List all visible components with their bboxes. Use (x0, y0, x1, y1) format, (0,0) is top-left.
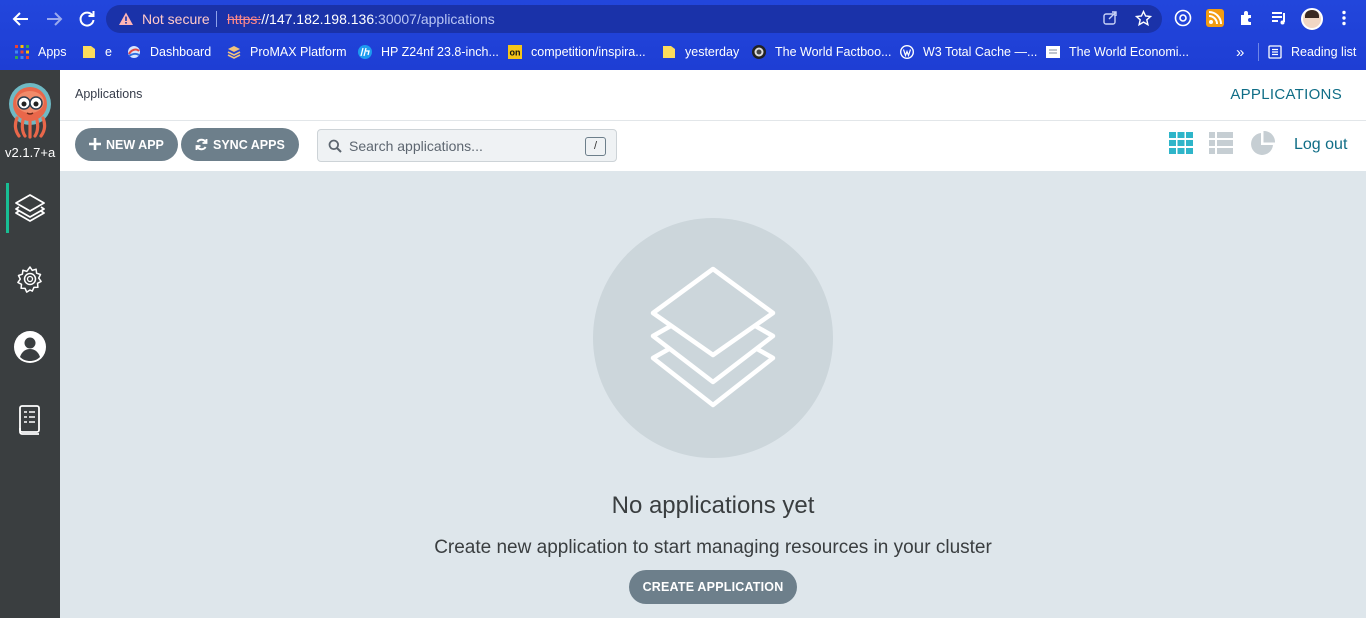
search-box[interactable]: / (317, 129, 617, 162)
url-text[interactable]: https://147.182.198.136:30007/applicatio… (227, 11, 495, 27)
bookmark-e[interactable]: e (82, 43, 112, 61)
rss-icon[interactable] (1205, 9, 1225, 29)
omnibox-divider (216, 11, 217, 27)
applications-icon (15, 194, 45, 222)
bookmark-label: yesterday (685, 45, 740, 59)
sidebar-item-documentation[interactable] (0, 395, 60, 445)
search-icon (328, 139, 342, 153)
create-application-button[interactable]: CREATE APPLICATION (629, 570, 797, 604)
profile-avatar[interactable] (1301, 8, 1323, 30)
new-app-label: NEW APP (106, 137, 164, 152)
search-shortcut-hint: / (585, 137, 606, 156)
toolbar: NEW APP SYNC APPS / (60, 121, 1366, 171)
bookmark-label: competition/inspira... (531, 45, 646, 59)
top-bar: Applications APPLICATIONS (60, 70, 1366, 121)
hp-icon (358, 45, 372, 59)
bookmark-label: The World Economi... (1069, 45, 1189, 59)
docs-icon (19, 405, 40, 435)
back-icon[interactable] (10, 8, 32, 30)
browser-menu-icon[interactable] (1334, 9, 1354, 29)
factbook-icon (752, 45, 766, 59)
bookmark-promax[interactable]: ProMAX Platform (227, 43, 347, 61)
security-label[interactable]: Not secure (142, 11, 210, 27)
browser-nav-row: Not secure https://147.182.198.136:30007… (0, 0, 1366, 38)
empty-state-illustration (593, 218, 833, 458)
address-bar[interactable]: Not secure https://147.182.198.136:30007… (106, 5, 1162, 33)
browser-chrome: Not secure https://147.182.198.136:30007… (0, 0, 1366, 70)
reading-list-button[interactable]: Reading list (1258, 43, 1356, 61)
logout-link[interactable]: Log out (1294, 136, 1347, 154)
empty-state: No applications yet Create new applicati… (60, 171, 1366, 618)
bookmark-label: Dashboard (150, 45, 212, 59)
media-queue-icon[interactable] (1269, 9, 1289, 29)
bookmark-yesterday[interactable]: yesterday (662, 43, 739, 61)
sync-apps-button[interactable]: SYNC APPS (181, 128, 299, 161)
empty-state-title: No applications yet (611, 492, 815, 519)
folder-icon (83, 46, 95, 58)
forward-icon[interactable] (43, 8, 65, 30)
bookmark-world-economic[interactable]: The World Economi... (1046, 43, 1189, 61)
bookmark-star-icon[interactable] (1134, 9, 1152, 28)
sync-icon (195, 138, 208, 151)
bookmark-label: HP Z24nf 23.8-inch... (381, 45, 499, 59)
summary-view-icon[interactable] (1248, 130, 1276, 158)
tiles-view-icon[interactable] (1167, 130, 1195, 158)
bookmark-label: Apps (38, 45, 67, 59)
list-view-icon[interactable] (1207, 130, 1235, 158)
empty-state-subtitle: Create new application to start managing… (434, 537, 992, 558)
settings-icon (17, 266, 42, 293)
bookmark-label: W3 Total Cache —... (923, 45, 1038, 59)
bookmark-competition[interactable]: on competition/inspira... (508, 43, 646, 61)
reading-list-label: Reading list (1291, 45, 1357, 59)
extension-a-icon[interactable] (1173, 9, 1193, 29)
bookmark-label: ProMAX Platform (250, 45, 347, 59)
bookmarks-overflow-button[interactable]: » (1236, 43, 1244, 61)
share-icon[interactable] (1101, 10, 1119, 28)
url-scheme: https: (227, 11, 262, 27)
url-path: :30007/applications (374, 11, 495, 27)
plus-icon (89, 136, 101, 153)
bookmark-world-factbook[interactable]: The World Factboo... (752, 43, 892, 61)
wordpress-icon (900, 45, 914, 59)
sidebar-item-settings[interactable] (0, 254, 60, 304)
folder-icon (663, 46, 675, 58)
bookmark-apps[interactable]: Apps (15, 43, 67, 61)
bookmark-w3-total-cache[interactable]: W3 Total Cache —... (900, 43, 1037, 61)
page-icon (1046, 46, 1060, 58)
dashboard-icon (128, 46, 140, 58)
bookmark-label: e (105, 45, 112, 59)
svg-text:on: on (510, 48, 521, 58)
argo-logo[interactable] (7, 82, 53, 140)
version-label: v2.1.7+a (5, 145, 56, 160)
apps-grid-icon (15, 45, 29, 59)
sync-apps-label: SYNC APPS (213, 137, 285, 152)
app-sidebar: v2.1.7+a (0, 70, 60, 618)
promax-icon (227, 46, 241, 59)
reload-icon[interactable] (76, 8, 98, 30)
main-content: Applications APPLICATIONS NEW APP SYNC A… (60, 70, 1366, 618)
search-input[interactable] (349, 136, 579, 156)
bookmarks-bar: Apps e Dashboard ProMAX Platform HP Z24n… (0, 38, 1366, 64)
new-app-button[interactable]: NEW APP (75, 128, 178, 161)
on-icon: on (508, 45, 522, 59)
page-title: APPLICATIONS (1230, 86, 1342, 103)
url-host: //147.182.198.136 (261, 11, 375, 27)
breadcrumb[interactable]: Applications (75, 87, 142, 101)
bookmark-dashboard[interactable]: Dashboard (127, 43, 211, 61)
reading-list-icon (1268, 45, 1282, 59)
extensions-puzzle-icon[interactable] (1237, 9, 1257, 29)
user-icon (14, 331, 46, 363)
bookmark-label: The World Factboo... (775, 45, 892, 59)
warning-icon (119, 12, 133, 25)
sidebar-item-applications[interactable] (0, 183, 60, 233)
bookmark-hp[interactable]: HP Z24nf 23.8-inch... (358, 43, 499, 61)
sidebar-item-user-info[interactable] (0, 322, 60, 372)
stacked-layers-icon (650, 266, 776, 408)
